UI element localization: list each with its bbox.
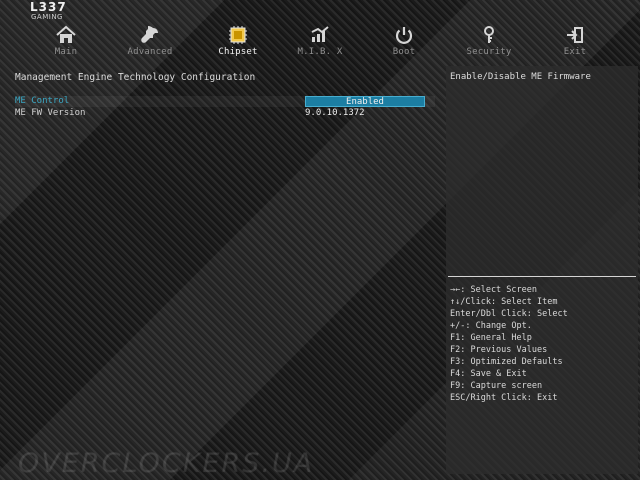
me-fw-version-value: 9.0.10.1372 — [305, 108, 365, 118]
key-icon — [484, 26, 494, 43]
brand-logo: L337 GAMING — [0, 0, 66, 24]
tab-advanced-label: Advanced — [127, 47, 173, 57]
help-line: →←: Select Screen — [450, 285, 537, 295]
tab-boot-label: Boot — [392, 47, 416, 57]
exit-icon — [567, 27, 583, 43]
top-navigation: L337 GAMING Main Advanced Chipset M.I.B.… — [0, 0, 640, 62]
help-panel: Enable/Disable ME Firmware →←: Select Sc… — [446, 66, 638, 474]
power-icon — [395, 27, 413, 44]
help-line: F2: Previous Values — [450, 345, 548, 355]
help-line: F4: Save & Exit — [450, 369, 527, 379]
tab-exit-label: Exit — [563, 47, 587, 57]
help-divider — [448, 276, 636, 277]
help-line: Enter/Dbl Click: Select — [450, 309, 568, 319]
help-line: +/-: Change Opt. — [450, 321, 532, 331]
settings-panel: Management Engine Technology Configurati… — [8, 64, 438, 474]
me-fw-version-label: ME FW Version — [15, 108, 86, 118]
tab-main[interactable]: Main — [24, 24, 108, 62]
help-line: ↑↓/Click: Select Item — [450, 297, 558, 307]
me-fw-version-row: ME FW Version 9.0.10.1372 — [15, 108, 435, 119]
tab-chipset-label: Chipset — [218, 47, 258, 57]
brand-subtitle: GAMING — [31, 13, 63, 21]
tab-main-label: Main — [54, 47, 78, 57]
me-control-value[interactable]: Enabled — [305, 96, 425, 107]
wrench-icon — [141, 26, 158, 43]
help-line: F1: General Help — [450, 333, 532, 343]
main-tabs: Main Advanced Chipset M.I.B. X Boot Secu… — [0, 24, 640, 62]
brand-mark: L337 — [30, 0, 67, 14]
section-title: Management Engine Technology Configurati… — [15, 72, 256, 83]
help-line: F9: Capture screen — [450, 381, 543, 391]
home-icon — [56, 25, 76, 43]
me-control-row[interactable]: ME Control Enabled — [15, 96, 435, 107]
chip-icon — [229, 26, 247, 44]
help-list: →←: Select Screen ↑↓/Click: Select Item … — [450, 284, 634, 404]
tab-chipset[interactable]: Chipset — [196, 24, 280, 62]
tab-advanced[interactable]: Advanced — [108, 24, 192, 62]
tab-mib-label: M.I.B. X — [297, 47, 343, 57]
tab-exit[interactable]: Exit — [533, 24, 617, 62]
chart-icon — [311, 26, 329, 42]
help-line: F3: Optimized Defaults — [450, 357, 563, 367]
tab-security-label: Security — [466, 47, 512, 57]
tab-mib-x[interactable]: M.I.B. X — [278, 24, 362, 62]
help-title: Enable/Disable ME Firmware — [450, 72, 591, 82]
me-control-label: ME Control — [15, 96, 70, 106]
tab-security[interactable]: Security — [447, 24, 531, 62]
watermark: OVERCLOCKERS.UA — [18, 448, 315, 479]
help-line: ESC/Right Click: Exit — [450, 393, 558, 403]
tab-boot[interactable]: Boot — [362, 24, 446, 62]
